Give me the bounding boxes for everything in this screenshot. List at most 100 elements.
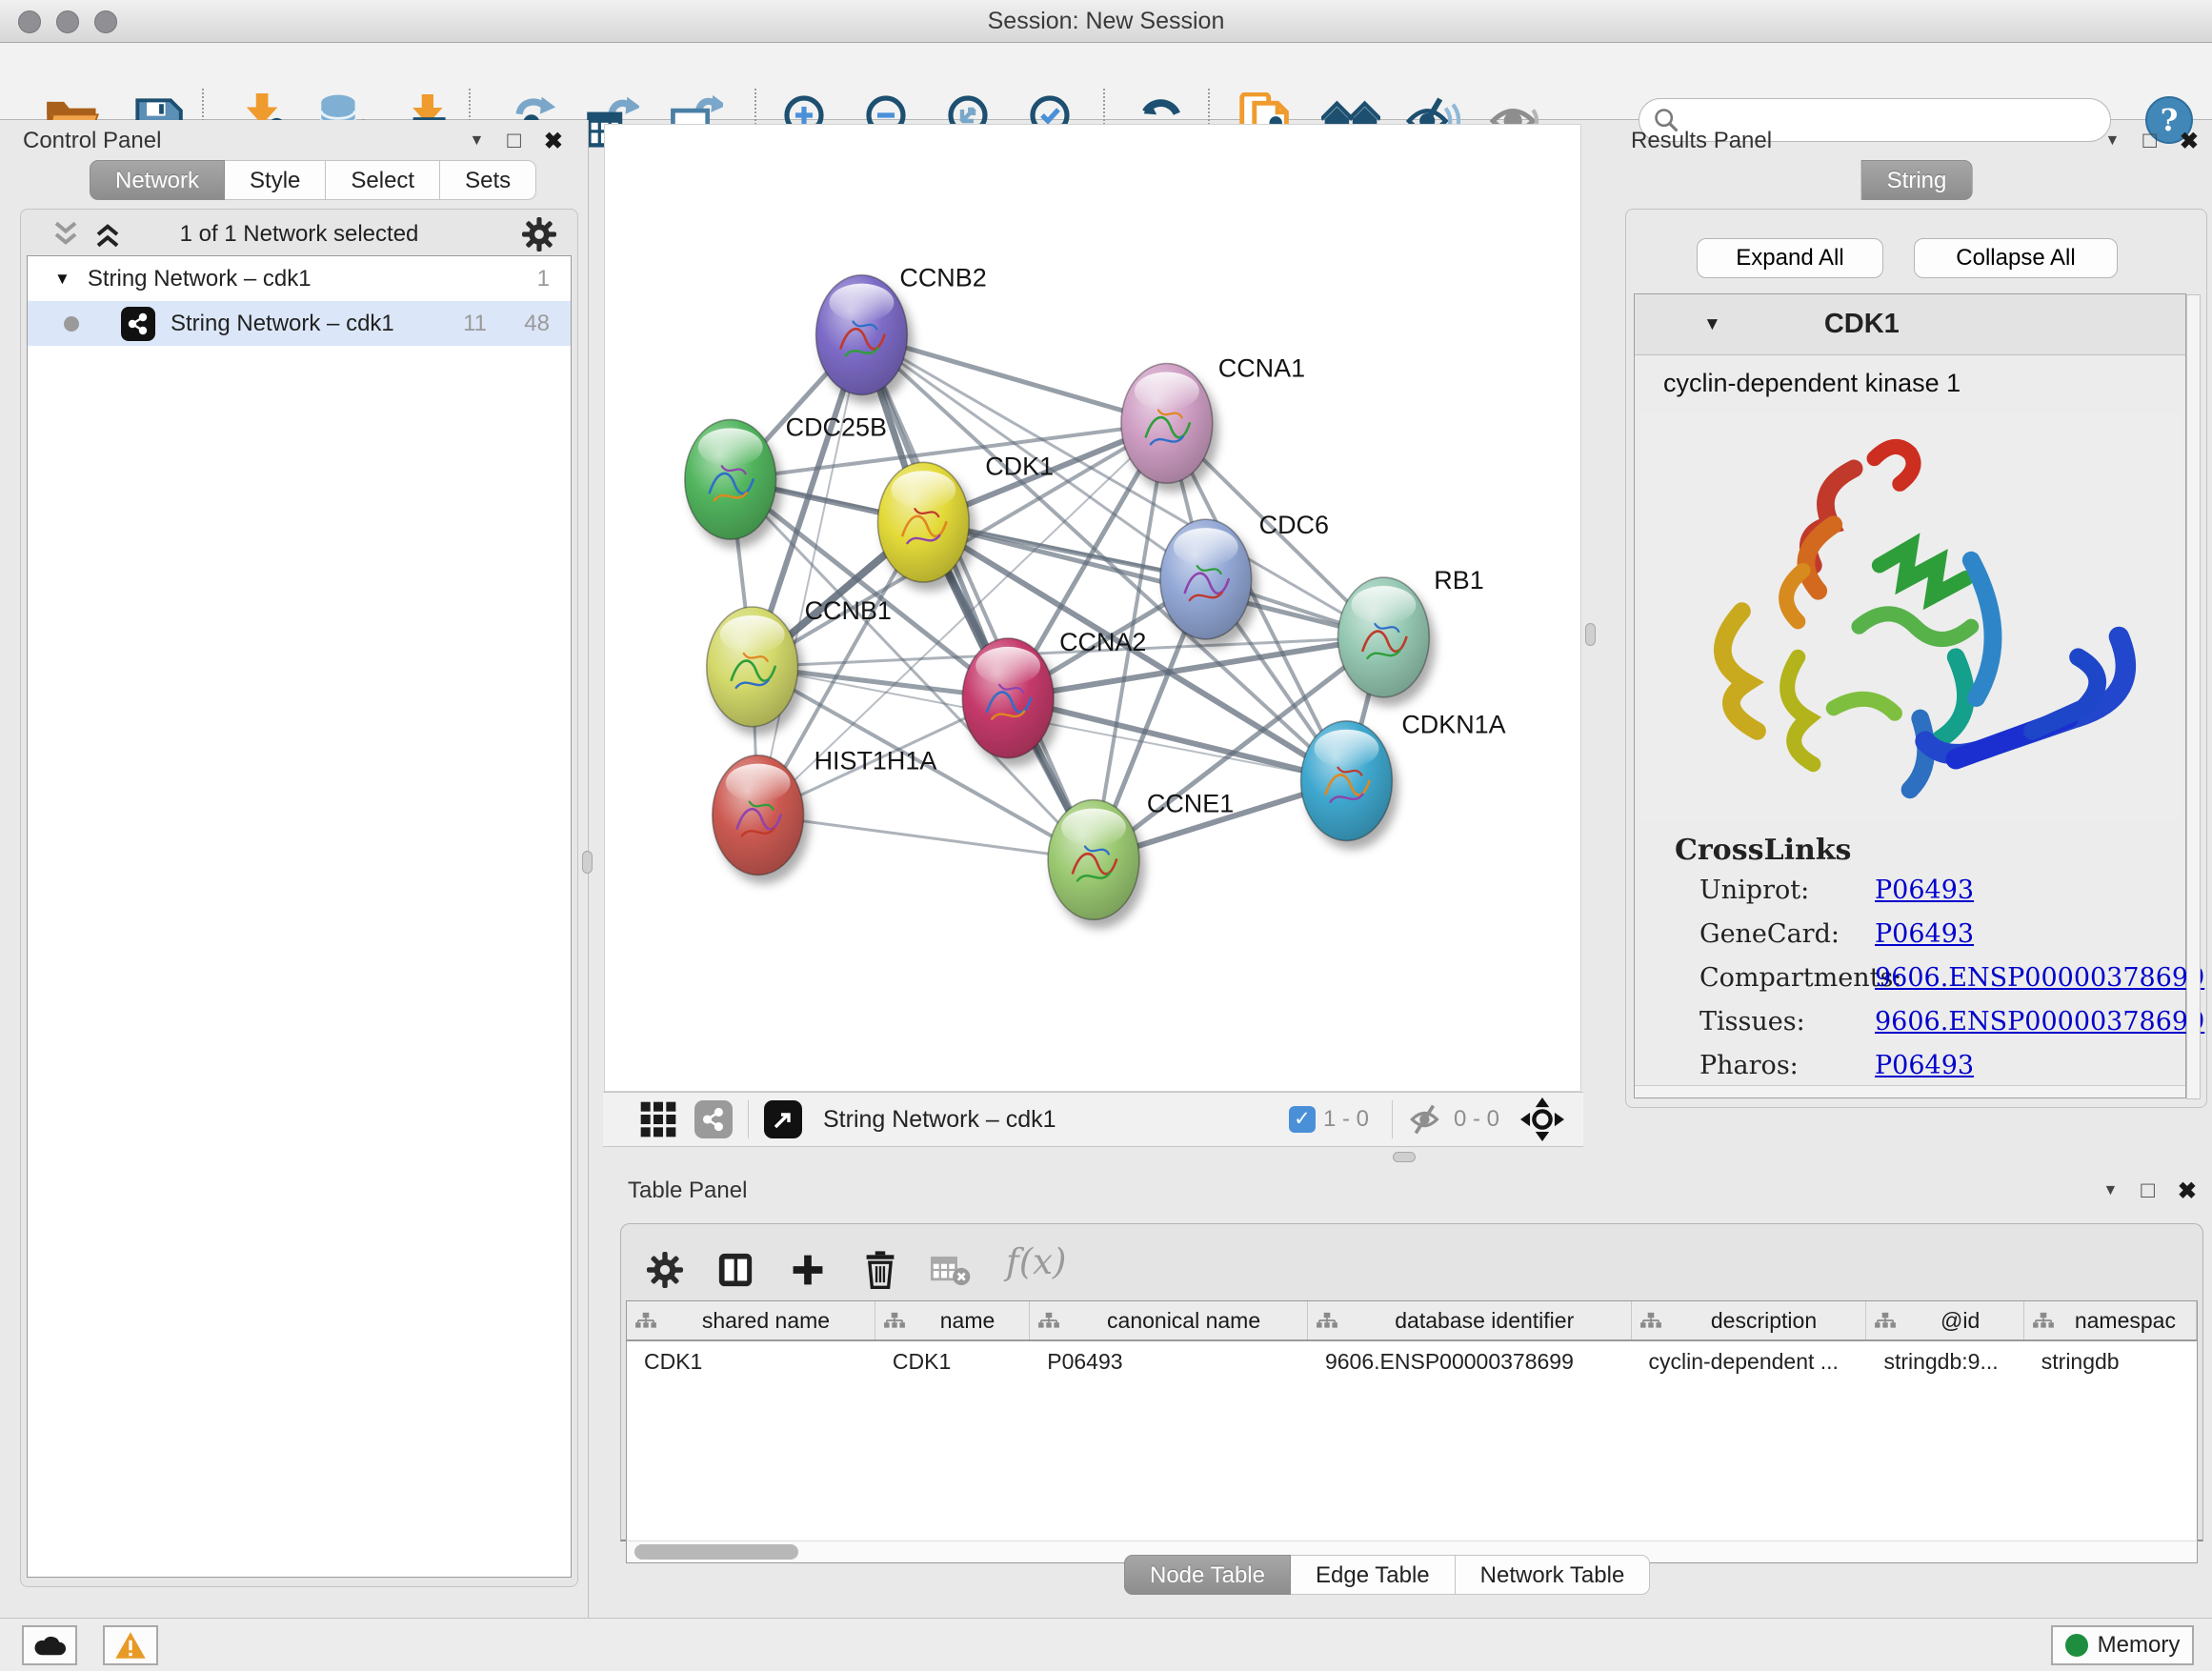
collapse-all-button[interactable]: Collapse All bbox=[1914, 238, 2118, 278]
table-hscrollbar-thumb[interactable] bbox=[634, 1544, 798, 1560]
crosslink-link[interactable]: P06493 bbox=[1875, 876, 1974, 905]
network-node-CCNB2[interactable]: CCNB2 bbox=[816, 264, 987, 395]
column-header-name[interactable]: name bbox=[875, 1301, 1030, 1339]
column-header--id[interactable]: @id bbox=[1866, 1301, 2023, 1339]
panel-close-icon[interactable]: ✖ bbox=[2178, 1178, 2197, 1205]
column-header-shared-name[interactable]: shared name bbox=[627, 1301, 875, 1339]
memory-button[interactable]: Memory bbox=[2051, 1625, 2194, 1665]
window-minimize-button[interactable] bbox=[56, 10, 79, 33]
crosslink-link[interactable]: 9606.ENSP00000378699 bbox=[1875, 963, 2204, 993]
memory-label: Memory bbox=[2098, 1632, 2181, 1659]
protein-structure-image bbox=[1640, 413, 2180, 820]
tab-edge-table[interactable]: Edge Table bbox=[1291, 1555, 1456, 1595]
string-view-badge[interactable] bbox=[694, 1100, 733, 1138]
crosslink-link[interactable]: P06493 bbox=[1875, 919, 1974, 949]
node-count: 11 bbox=[463, 311, 487, 337]
collection-expand-caret[interactable]: ▼ bbox=[54, 270, 70, 289]
panel-minimize-icon[interactable]: ▼ bbox=[2103, 1182, 2119, 1199]
tab-style[interactable]: Style bbox=[225, 160, 326, 200]
network-row[interactable]: String Network – cdk1 11 48 bbox=[28, 301, 571, 346]
table-options-button[interactable] bbox=[642, 1247, 688, 1293]
network-edge[interactable] bbox=[758, 815, 1094, 860]
vertical-splitter-handle[interactable] bbox=[582, 851, 593, 874]
table-cell[interactable]: 9606.ENSP00000378699 bbox=[1308, 1341, 1632, 1381]
panel-minimize-icon[interactable]: ▼ bbox=[2105, 132, 2121, 150]
table-cell[interactable]: CDK1 bbox=[627, 1341, 875, 1381]
crosslink-link[interactable]: 9606.ENSP00000378699 bbox=[1875, 1007, 2204, 1037]
network-node-CCNA1[interactable]: CCNA1 bbox=[1121, 353, 1305, 483]
show-columns-button[interactable] bbox=[713, 1247, 758, 1293]
column-header-database-identifier[interactable]: database identifier bbox=[1308, 1301, 1632, 1339]
expand-all-button[interactable]: Expand All bbox=[1697, 238, 1883, 278]
network-edge[interactable] bbox=[923, 522, 1383, 637]
string-network-graph[interactable]: CCNB2CCNA1CDC25BCDK1CDC6RB1CCNB1CCNA2CDK… bbox=[605, 125, 1580, 1091]
network-node-HIST1H1A[interactable]: HIST1H1A bbox=[713, 747, 937, 876]
node-label-CDKN1A: CDKN1A bbox=[1401, 711, 1505, 739]
network-collection-row[interactable]: ▼ String Network – cdk1 1 bbox=[28, 256, 571, 301]
status-bar: Memory bbox=[0, 1618, 2212, 1671]
gene-header[interactable]: ▼ CDK1 bbox=[1635, 294, 2185, 355]
panel-float-icon[interactable]: □ bbox=[2142, 131, 2157, 151]
panel-float-icon[interactable]: □ bbox=[507, 131, 521, 151]
selected-nodes-checkbox[interactable]: ✓ bbox=[1289, 1106, 1316, 1133]
node-label-RB1: RB1 bbox=[1434, 566, 1483, 594]
delete-column-button[interactable] bbox=[857, 1247, 903, 1293]
column-header-canonical-name[interactable]: canonical name bbox=[1030, 1301, 1308, 1339]
crosslink-link[interactable]: P06493 bbox=[1875, 1051, 1974, 1080]
panel-float-icon[interactable]: □ bbox=[2141, 1181, 2155, 1200]
panel-minimize-icon[interactable]: ▼ bbox=[470, 132, 485, 150]
function-builder-button[interactable]: f(x) bbox=[1006, 1241, 1066, 1282]
crosslink-label: Compartments: bbox=[1699, 963, 1901, 993]
tab-network[interactable]: Network bbox=[90, 160, 225, 200]
table-cell[interactable]: CDK1 bbox=[875, 1341, 1030, 1381]
panel-close-icon[interactable]: ✖ bbox=[544, 128, 563, 155]
table-cell[interactable]: P06493 bbox=[1030, 1341, 1308, 1381]
crosslink-label: Tissues: bbox=[1699, 1007, 1805, 1037]
delete-table-button[interactable] bbox=[928, 1247, 974, 1293]
table-cell[interactable]: cyclin-dependent ... bbox=[1631, 1341, 1866, 1381]
collection-count: 1 bbox=[537, 266, 550, 292]
network-node-CDC6[interactable]: CDC6 bbox=[1160, 511, 1329, 639]
column-header-description[interactable]: description bbox=[1632, 1301, 1867, 1339]
window-close-button[interactable] bbox=[18, 10, 41, 33]
column-header-namespac[interactable]: namespac bbox=[2024, 1301, 2197, 1339]
tab-node-table[interactable]: Node Table bbox=[1124, 1555, 1291, 1595]
table-cell[interactable]: stringdb:9... bbox=[1866, 1341, 2023, 1381]
control-panel-tabs: NetworkStyleSelectSets bbox=[90, 160, 536, 200]
hidden-eye-slash-icon bbox=[1408, 1103, 1446, 1136]
network-options-gear-icon[interactable] bbox=[522, 217, 556, 252]
control-panel-title: Control Panel bbox=[23, 128, 161, 154]
tab-string[interactable]: String bbox=[1861, 160, 1973, 200]
gene-detail-card: ▼ CDK1 cyclin-dependent kinase 1 bbox=[1634, 293, 2186, 1098]
network-edge[interactable] bbox=[861, 335, 1094, 860]
node-label-CCNA2: CCNA2 bbox=[1059, 628, 1146, 656]
automation-cloud-button[interactable] bbox=[22, 1625, 77, 1665]
crosslink-label: Pharos: bbox=[1699, 1051, 1799, 1080]
warnings-button[interactable] bbox=[103, 1625, 158, 1665]
pan-crosshair-icon[interactable] bbox=[1520, 1097, 1564, 1141]
node-table-row[interactable]: CDK1CDK1P064939606.ENSP00000378699cyclin… bbox=[627, 1341, 2197, 1381]
network-selection-status: 1 of 1 Network selected bbox=[21, 221, 577, 248]
create-column-button[interactable] bbox=[785, 1247, 831, 1293]
network-node-CCNE1[interactable]: CCNE1 bbox=[1048, 790, 1234, 920]
panel-close-icon[interactable]: ✖ bbox=[2180, 128, 2199, 155]
gene-card-hscrollbar[interactable] bbox=[1635, 1085, 2185, 1097]
tab-network-table[interactable]: Network Table bbox=[1456, 1555, 1651, 1595]
tab-sets[interactable]: Sets bbox=[440, 160, 536, 200]
tab-select[interactable]: Select bbox=[326, 160, 440, 200]
table-cell[interactable]: stringdb bbox=[2024, 1341, 2197, 1381]
window-zoom-button[interactable] bbox=[94, 10, 117, 33]
network-view-canvas[interactable]: CCNB2CCNA1CDC25BCDK1CDC6RB1CCNB1CCNA2CDK… bbox=[604, 124, 1581, 1092]
birds-eye-grid-icon[interactable] bbox=[639, 1100, 677, 1138]
string-network-icon bbox=[121, 307, 155, 341]
horizontal-splitter-handle[interactable] bbox=[1393, 1152, 1416, 1162]
toolbar-divider bbox=[1392, 1100, 1393, 1138]
vertical-splitter-handle[interactable] bbox=[1585, 623, 1596, 646]
gene-card-vscrollbar[interactable] bbox=[2186, 294, 2201, 1099]
network-edge[interactable] bbox=[758, 335, 862, 815]
network-node-RB1[interactable]: RB1 bbox=[1337, 566, 1483, 697]
gene-collapse-caret[interactable]: ▼ bbox=[1703, 314, 1721, 335]
open-in-window-button[interactable] bbox=[764, 1100, 802, 1138]
network-node-CDK1[interactable]: CDK1 bbox=[877, 452, 1054, 582]
network-node-CDKN1A[interactable]: CDKN1A bbox=[1301, 711, 1506, 841]
